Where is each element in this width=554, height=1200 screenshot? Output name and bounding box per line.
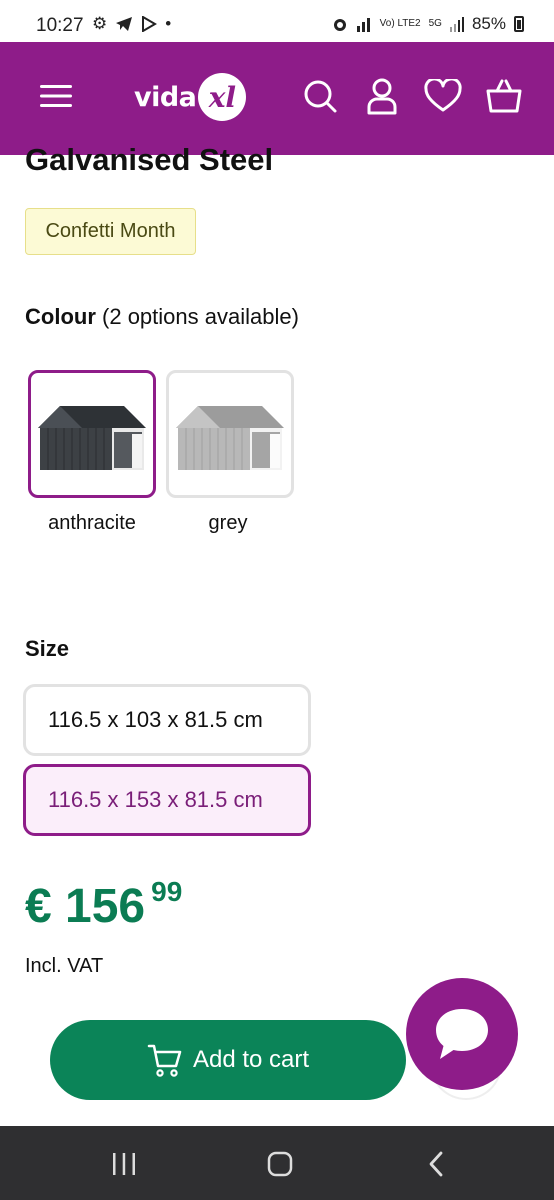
recent-apps-icon[interactable]: [102, 1144, 146, 1184]
home-icon[interactable]: [258, 1144, 302, 1184]
size-option-153[interactable]: 116.5 x 153 x 81.5 cm: [23, 764, 311, 836]
alarm-icon: [333, 19, 346, 31]
colour-label-grey: grey: [208, 512, 248, 534]
system-nav-bar: [0, 1126, 554, 1200]
price-main: € 156: [25, 880, 146, 933]
menu-icon[interactable]: [36, 76, 76, 116]
vidaxl-logo[interactable]: vida xl: [134, 72, 247, 122]
lte-indicator: Vo) LTE2: [379, 18, 421, 29]
price: € 156 99: [25, 872, 182, 942]
size-heading: Size: [25, 636, 70, 661]
logo-text: vida: [134, 81, 197, 113]
colour-swatch-anthracite[interactable]: [28, 370, 156, 498]
logo-mark: xl: [198, 73, 247, 121]
shed-image-anthracite: [38, 406, 146, 470]
play-icon: [142, 16, 158, 32]
status-notification-icons: ⚙ •: [92, 14, 171, 34]
colour-options-count: (2 options available): [102, 304, 299, 329]
battery-icon: [514, 16, 524, 32]
colour-swatch-grey[interactable]: [166, 370, 294, 498]
promo-badge: Confetti Month: [25, 208, 196, 255]
colour-heading: Colour (2 options available): [25, 304, 299, 330]
signal-icon: [356, 18, 370, 32]
network-indicator: 5G: [428, 18, 442, 29]
shed-image-grey: [176, 406, 284, 470]
cart-icon: [147, 1044, 182, 1077]
search-icon[interactable]: [300, 76, 340, 116]
status-time: 10:27: [36, 15, 84, 36]
site-header: vida xl: [0, 42, 554, 155]
dot-icon: •: [165, 14, 172, 33]
chat-button[interactable]: [406, 978, 518, 1090]
status-system-icons: Vo) LTE2 5G 85%: [332, 14, 524, 34]
add-to-cart-button[interactable]: Add to cart: [50, 1020, 406, 1100]
signal-icon: [449, 17, 464, 32]
price-cents: 99: [151, 876, 183, 907]
colour-label: Colour: [25, 304, 96, 329]
status-bar: 10:27 ⚙ • Vo) LTE2 5G 85%: [0, 0, 554, 42]
add-to-cart-label: Add to cart: [192, 1046, 310, 1073]
account-icon[interactable]: [362, 76, 402, 116]
telegram-icon: [116, 17, 133, 31]
colour-label-anthracite: anthracite: [48, 512, 136, 534]
basket-icon[interactable]: [484, 76, 524, 116]
vat-note: Incl. VAT: [25, 955, 104, 977]
back-icon[interactable]: [414, 1144, 458, 1184]
chat-bubble-icon: [436, 1009, 488, 1059]
size-option-103[interactable]: 116.5 x 103 x 81.5 cm: [23, 684, 311, 756]
gear-icon: ⚙: [92, 14, 108, 33]
product-title: Galvanised Steel: [25, 142, 274, 177]
battery-percent: 85%: [471, 14, 506, 33]
wishlist-icon[interactable]: [423, 76, 463, 116]
